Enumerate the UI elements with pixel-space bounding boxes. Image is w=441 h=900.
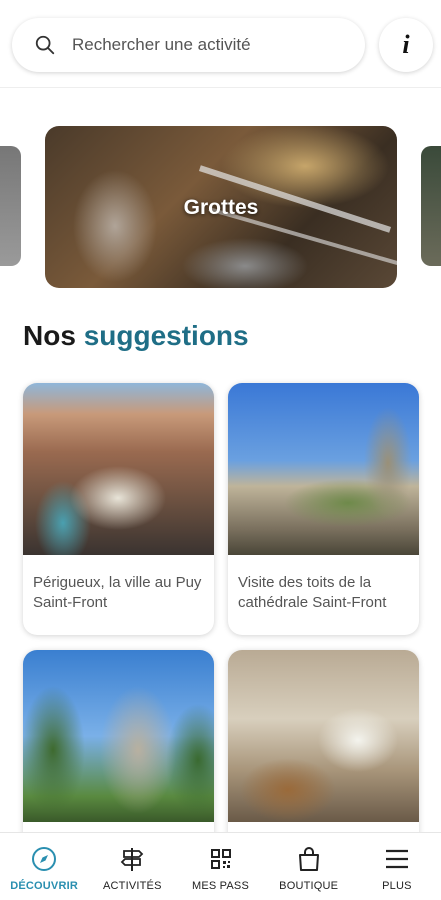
carousel-card-label: Grottes	[183, 196, 259, 219]
category-carousel[interactable]: Grottes	[0, 126, 441, 288]
suggestion-image	[23, 383, 214, 555]
section-title: Nos suggestions	[23, 320, 249, 352]
search-bar[interactable]	[12, 18, 365, 72]
info-button[interactable]: i	[379, 18, 433, 72]
suggestion-image	[23, 650, 214, 822]
nav-label: DÉCOUVRIR	[10, 880, 78, 892]
suggestion-caption: Périgueux, la ville au Puy Saint-Front	[33, 574, 202, 611]
carousel-card-next[interactable]	[421, 146, 441, 266]
signpost-icon	[121, 848, 144, 871]
nav-label: ACTIVITÉS	[102, 880, 162, 892]
nav-label: MES PASS	[191, 880, 250, 892]
qr-code-icon	[210, 849, 231, 869]
nav-item-activites[interactable]: ACTIVITÉS	[88, 833, 176, 900]
suggestion-card[interactable]	[23, 650, 214, 850]
shopping-bag-icon	[298, 847, 319, 871]
nav-label: PLUS	[382, 880, 412, 892]
search-icon	[35, 35, 55, 55]
carousel-card-grottes[interactable]: Grottes	[45, 126, 397, 288]
suggestion-card[interactable]	[228, 650, 419, 850]
nav-item-decouvrir[interactable]: DÉCOUVRIR	[0, 833, 88, 900]
suggestion-caption: Visite des toits de la cathédrale Saint-…	[238, 574, 387, 611]
nav-label: BOUTIQUE	[279, 880, 339, 892]
search-input[interactable]	[72, 35, 332, 55]
menu-icon	[385, 849, 408, 869]
compass-icon	[32, 847, 57, 871]
info-icon: i	[402, 30, 410, 59]
suggestion-image	[228, 383, 419, 555]
section-title-prefix: Nos	[23, 320, 84, 351]
section-title-accent: suggestions	[83, 320, 249, 351]
nav-item-mes-pass[interactable]: MES PASS	[176, 833, 264, 900]
top-bar: i	[0, 0, 441, 88]
bottom-nav: DÉCOUVRIR ACTIVITÉS MES PASS BOUTIQUE PL…	[0, 832, 441, 900]
suggestion-card[interactable]: Visite des toits de la cathédrale Saint-…	[228, 383, 419, 635]
suggestion-image	[228, 650, 419, 822]
nav-item-boutique[interactable]: BOUTIQUE	[265, 833, 353, 900]
suggestion-card[interactable]: Périgueux, la ville au Puy Saint-Front	[23, 383, 214, 635]
nav-item-plus[interactable]: PLUS	[353, 833, 441, 900]
carousel-card-previous[interactable]	[0, 146, 21, 266]
